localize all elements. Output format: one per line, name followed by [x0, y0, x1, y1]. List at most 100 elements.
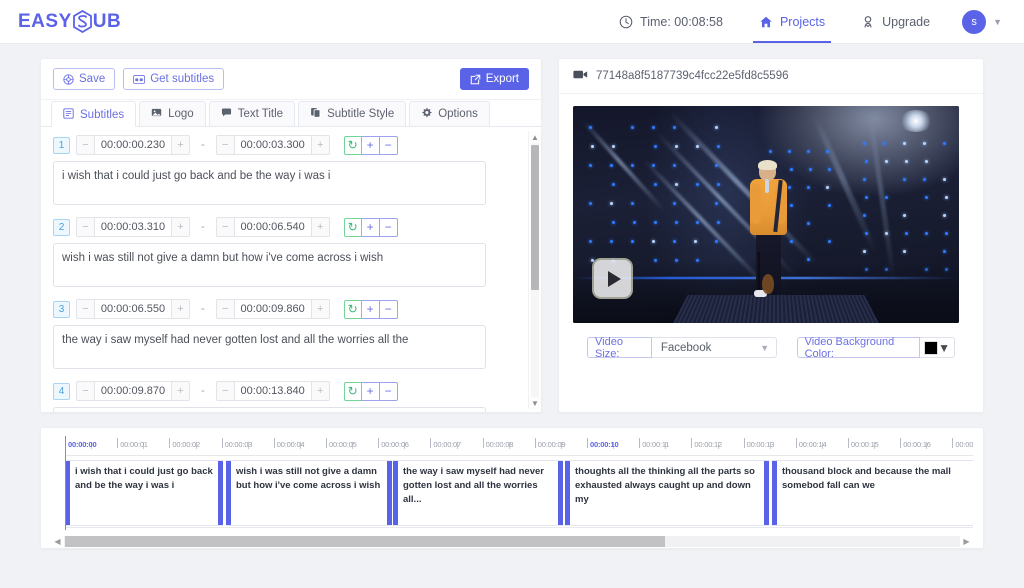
start-time-decrement[interactable]: −	[76, 381, 94, 401]
video-size-select[interactable]: Facebook ▼	[652, 337, 777, 358]
scroll-thumb[interactable]	[531, 145, 539, 290]
timeline-ruler[interactable]: 00:00:00 00:00:01 00:00:02 00:00:03 00:00:04…	[65, 436, 973, 456]
export-button[interactable]: Export	[460, 68, 529, 90]
video-player[interactable]	[573, 106, 959, 323]
end-time-stepper[interactable]: −00:00:06.540 +	[216, 217, 330, 237]
led-dot	[654, 145, 657, 148]
end-time-decrement[interactable]: −	[216, 217, 234, 237]
led-dot	[612, 145, 615, 148]
end-time-value[interactable]: 00:00:06.540	[234, 217, 312, 237]
subtitle-list-scrollbar[interactable]: ▲ ▼	[528, 131, 541, 409]
end-time-value[interactable]: 00:00:13.840	[234, 381, 312, 401]
chevron-down-icon: ▼	[993, 17, 1002, 27]
start-time-increment[interactable]: +	[172, 217, 190, 237]
remove-row-button[interactable]: −	[380, 136, 398, 155]
start-time-increment[interactable]: +	[172, 135, 190, 155]
start-time-value[interactable]: 00:00:03.310	[94, 217, 172, 237]
end-time-increment[interactable]: +	[312, 299, 330, 319]
start-time-stepper[interactable]: −00:00:09.870 +	[76, 381, 190, 401]
get-subtitles-button[interactable]: Get subtitles	[123, 68, 224, 90]
start-time-decrement[interactable]: −	[76, 217, 94, 237]
nav-projects[interactable]: Projects	[741, 0, 843, 43]
tab-options[interactable]: Options	[409, 101, 490, 126]
timeline-clip[interactable]: i wish that i could just go back and be …	[65, 460, 223, 526]
remove-row-button[interactable]: −	[380, 300, 398, 319]
led-dot	[675, 145, 678, 148]
add-row-button[interactable]: +	[362, 382, 380, 401]
led-dot	[694, 240, 697, 243]
refresh-row-icon[interactable]: ↻	[344, 300, 362, 319]
timeline-clip[interactable]: thoughts all the thinking all the parts …	[565, 460, 769, 526]
end-time-increment[interactable]: +	[312, 217, 330, 237]
start-time-stepper[interactable]: −00:00:00.230 +	[76, 135, 190, 155]
subtitle-text-input[interactable]	[53, 407, 486, 412]
end-time-decrement[interactable]: −	[216, 135, 234, 155]
clip-handle-right[interactable]	[387, 461, 392, 525]
tab-subtitles[interactable]: Subtitles	[51, 101, 136, 127]
start-time-decrement[interactable]: −	[76, 135, 94, 155]
end-time-stepper[interactable]: −00:00:09.860 +	[216, 299, 330, 319]
nav-upgrade[interactable]: Upgrade	[843, 0, 948, 43]
end-time-increment[interactable]: +	[312, 135, 330, 155]
timeline-clip[interactable]: the way i saw myself had never gotten lo…	[393, 460, 563, 526]
video-bgcolor-select[interactable]: ▼	[920, 337, 955, 358]
refresh-row-icon[interactable]: ↻	[344, 136, 362, 155]
start-time-decrement[interactable]: −	[76, 299, 94, 319]
start-time-value[interactable]: 00:00:00.230	[94, 135, 172, 155]
scroll-left-icon[interactable]: ◀	[51, 537, 64, 546]
save-button[interactable]: Save	[53, 68, 115, 90]
led-dot	[903, 250, 906, 253]
editor-tabs: Subtitles Logo Text Title Subtitle Style…	[41, 100, 541, 127]
subtitle-text-input[interactable]	[53, 325, 486, 369]
led-dot	[715, 164, 718, 167]
scroll-down-icon[interactable]: ▼	[529, 397, 541, 409]
image-icon	[151, 107, 162, 121]
start-time-increment[interactable]: +	[172, 381, 190, 401]
end-time-value[interactable]: 00:00:03.300	[234, 135, 312, 155]
add-row-button[interactable]: +	[362, 136, 380, 155]
scroll-up-icon[interactable]: ▲	[529, 131, 541, 143]
clip-handle-right[interactable]	[764, 461, 769, 525]
timeline-clip[interactable]: wish i was still not give a damn but how…	[226, 460, 392, 526]
led-dot	[589, 202, 592, 205]
scroll-thumb[interactable]	[65, 536, 665, 547]
clip-handle-right[interactable]	[218, 461, 223, 525]
start-time-increment[interactable]: +	[172, 299, 190, 319]
add-row-button[interactable]: +	[362, 300, 380, 319]
led-dot	[826, 186, 829, 189]
timeline-scrollbar[interactable]: ◀ ▶	[51, 534, 973, 548]
account-menu[interactable]: s ▼	[948, 10, 1002, 34]
add-row-button[interactable]: +	[362, 218, 380, 237]
led-dot	[905, 232, 908, 235]
start-time-value[interactable]: 00:00:06.550	[94, 299, 172, 319]
tab-logo[interactable]: Logo	[139, 101, 206, 126]
tab-text-title[interactable]: Text Title	[209, 101, 295, 126]
subtitle-text-input[interactable]	[53, 161, 486, 205]
timeline-clip[interactable]: thousand block and because the mall some…	[772, 460, 973, 526]
tab-subtitle-style[interactable]: Subtitle Style	[298, 101, 406, 126]
timeline-track[interactable]: i wish that i could just go back and be …	[65, 456, 973, 528]
end-time-value[interactable]: 00:00:09.860	[234, 299, 312, 319]
timeline-playhead[interactable]	[65, 436, 66, 530]
remove-row-button[interactable]: −	[380, 382, 398, 401]
tab-text-title-label: Text Title	[238, 108, 283, 120]
end-time-stepper[interactable]: −00:00:13.840 +	[216, 381, 330, 401]
end-time-increment[interactable]: +	[312, 381, 330, 401]
start-time-stepper[interactable]: −00:00:03.310 +	[76, 217, 190, 237]
refresh-row-icon[interactable]: ↻	[344, 218, 362, 237]
led-dot	[943, 214, 946, 217]
scroll-track[interactable]	[64, 536, 960, 547]
start-time-value[interactable]: 00:00:09.870	[94, 381, 172, 401]
subtitle-text-input[interactable]	[53, 243, 486, 287]
remove-row-button[interactable]: −	[380, 218, 398, 237]
scroll-right-icon[interactable]: ▶	[960, 537, 973, 546]
clip-handle-right[interactable]	[558, 461, 563, 525]
save-label: Save	[79, 73, 105, 85]
performer-arm-left	[750, 184, 761, 224]
refresh-row-icon[interactable]: ↻	[344, 382, 362, 401]
play-button[interactable]	[592, 258, 633, 299]
end-time-stepper[interactable]: −00:00:03.300 +	[216, 135, 330, 155]
end-time-decrement[interactable]: −	[216, 381, 234, 401]
start-time-stepper[interactable]: −00:00:06.550 +	[76, 299, 190, 319]
end-time-decrement[interactable]: −	[216, 299, 234, 319]
